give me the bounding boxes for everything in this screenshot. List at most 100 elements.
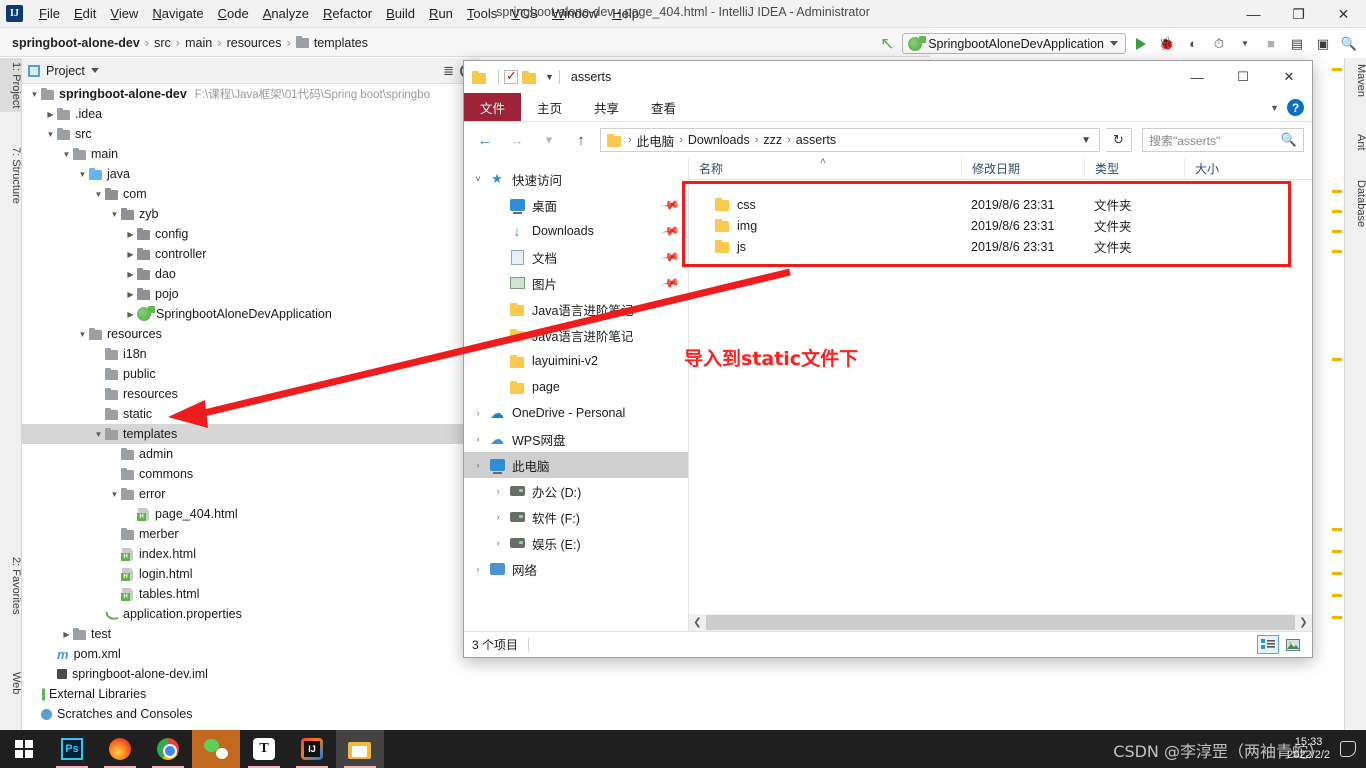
chevron-down-icon[interactable]: ▼ bbox=[28, 90, 41, 99]
editor-error-stripe[interactable] bbox=[1330, 58, 1344, 730]
chevron-down-icon[interactable]: ˅ bbox=[470, 174, 486, 184]
tree-node-index.html[interactable]: ▶ index.html bbox=[22, 544, 480, 564]
tab-view[interactable]: 查看 bbox=[635, 93, 692, 121]
chevron-down-icon[interactable]: ▼ bbox=[44, 130, 57, 139]
chevron-right-icon[interactable]: ▶ bbox=[124, 230, 137, 239]
column-header-1[interactable]: 修改日期 bbox=[961, 158, 1084, 179]
tree-node-ScratchesandConsoles[interactable]: ▶ Scratches and Consoles bbox=[22, 704, 480, 724]
column-header-2[interactable]: 类型 bbox=[1084, 158, 1184, 179]
chevron-right-icon[interactable]: › bbox=[490, 538, 506, 548]
address-crumb-1[interactable]: Downloads bbox=[685, 133, 753, 147]
tree-node-application.properties[interactable]: ▶ application.properties bbox=[22, 604, 480, 624]
notifications-icon[interactable] bbox=[1340, 741, 1356, 757]
nav-item-15[interactable]: › 网络 bbox=[464, 556, 688, 582]
nav-item-12[interactable]: › 办公 (D:) bbox=[464, 478, 688, 504]
breadcrumb-item-springboot-alone-dev[interactable]: springboot-alone-dev bbox=[12, 36, 140, 50]
ribbon-expand-icon[interactable]: ▼ bbox=[1270, 103, 1279, 113]
file-name-cell[interactable]: js bbox=[689, 240, 961, 254]
forward-button[interactable]: → bbox=[504, 127, 530, 153]
search-everywhere-icon[interactable]: 🔍 bbox=[1338, 33, 1360, 55]
pin-icon[interactable]: 📌 bbox=[660, 247, 680, 267]
taskbar-file-explorer[interactable] bbox=[336, 730, 384, 768]
tree-node-config[interactable]: ▶ config bbox=[22, 224, 480, 244]
refresh-button[interactable]: ↻ bbox=[1106, 128, 1132, 152]
idea-maximize-button[interactable]: ❐ bbox=[1276, 0, 1321, 28]
tree-node-merber[interactable]: ▶ merber bbox=[22, 524, 480, 544]
tree-node-springboot-alone-dev[interactable]: ▼ springboot-alone-dev F:\课程\Java框架\01代码\S… bbox=[22, 84, 480, 104]
explorer-maximize-button[interactable]: ☐ bbox=[1220, 61, 1266, 93]
address-crumb-3[interactable]: asserts bbox=[793, 133, 839, 147]
tree-node-templates[interactable]: ▼ templates bbox=[22, 424, 480, 444]
menu-navigate[interactable]: Navigate bbox=[145, 4, 210, 23]
details-view-icon[interactable] bbox=[1257, 635, 1279, 654]
nav-item-0[interactable]: ˅ ★ 快速访问 bbox=[464, 166, 688, 192]
taskbar-typora[interactable]: T bbox=[240, 730, 288, 768]
breadcrumb-item-main[interactable]: main bbox=[185, 36, 212, 50]
tab-home[interactable]: 主页 bbox=[521, 93, 578, 121]
menu-analyze[interactable]: Analyze bbox=[256, 4, 316, 23]
chevron-right-icon[interactable]: ▶ bbox=[124, 290, 137, 299]
taskbar-photoshop[interactable]: Ps bbox=[48, 730, 96, 768]
tree-node-static[interactable]: ▶ static bbox=[22, 404, 480, 424]
chevron-right-icon[interactable]: › bbox=[470, 564, 486, 574]
file-row[interactable]: css 2019/8/6 23:31 文件夹 bbox=[689, 194, 1312, 215]
nav-item-7[interactable]: layuimini-v2 bbox=[464, 348, 688, 374]
taskbar-chrome[interactable] bbox=[144, 730, 192, 768]
taskbar-wechat[interactable] bbox=[192, 730, 240, 768]
chevron-down-icon[interactable]: ▼ bbox=[76, 170, 89, 179]
tree-node-main[interactable]: ▼ main bbox=[22, 144, 480, 164]
breadcrumb-item-src[interactable]: src bbox=[154, 36, 171, 50]
tree-node-pom.xml[interactable]: ▶m pom.xml bbox=[22, 644, 480, 664]
nav-item-13[interactable]: › 软件 (F:) bbox=[464, 504, 688, 530]
start-button[interactable] bbox=[0, 730, 48, 768]
menu-tools[interactable]: Tools bbox=[460, 4, 504, 23]
collapse-all-icon[interactable]: ≣ bbox=[443, 63, 454, 79]
tree-node-dao[interactable]: ▶ dao bbox=[22, 264, 480, 284]
terminal-icon[interactable]: ▣ bbox=[1312, 33, 1334, 55]
stop-icon[interactable]: ■ bbox=[1260, 33, 1282, 55]
menu-run[interactable]: Run bbox=[422, 4, 460, 23]
tree-node-error[interactable]: ▼ error bbox=[22, 484, 480, 504]
tree-node-public[interactable]: ▶ public bbox=[22, 364, 480, 384]
nav-item-5[interactable]: Java语言进阶笔记 bbox=[464, 296, 688, 322]
tree-node-page_404.html[interactable]: ▶ page_404.html bbox=[22, 504, 480, 524]
search-input[interactable]: 搜索"asserts" 🔍 bbox=[1142, 128, 1304, 152]
menu-code[interactable]: Code bbox=[211, 4, 256, 23]
sidebar-item-ant[interactable]: Ant bbox=[1345, 130, 1366, 155]
chevron-right-icon[interactable]: › bbox=[470, 434, 486, 444]
run-configuration-selector[interactable]: SpringbootAloneDevApplication bbox=[902, 33, 1126, 54]
tree-node-test[interactable]: ▶ test bbox=[22, 624, 480, 644]
tree-node-login.html[interactable]: ▶ login.html bbox=[22, 564, 480, 584]
file-name-cell[interactable]: css bbox=[689, 198, 961, 212]
tree-node-com[interactable]: ▼ com bbox=[22, 184, 480, 204]
chevron-down-icon[interactable]: ▼ bbox=[108, 210, 121, 219]
tree-node-ExternalLibraries[interactable]: ▶||External Libraries bbox=[22, 684, 480, 704]
chevron-right-icon[interactable]: ▶ bbox=[60, 630, 73, 639]
file-name-cell[interactable]: img bbox=[689, 219, 961, 233]
build-project-icon[interactable]: ▤ bbox=[1286, 33, 1308, 55]
scrollbar-thumb[interactable] bbox=[706, 615, 1295, 630]
file-row[interactable]: img 2019/8/6 23:31 文件夹 bbox=[689, 215, 1312, 236]
tree-node-java[interactable]: ▼ java bbox=[22, 164, 480, 184]
run-icon[interactable] bbox=[1130, 33, 1152, 55]
tab-share[interactable]: 共享 bbox=[578, 93, 635, 121]
tree-node-admin[interactable]: ▶ admin bbox=[22, 444, 480, 464]
taskbar-intellij-idea[interactable] bbox=[288, 730, 336, 768]
address-crumb-2[interactable]: zzz bbox=[760, 133, 785, 147]
idea-minimize-button[interactable]: — bbox=[1231, 0, 1276, 28]
explorer-minimize-button[interactable]: — bbox=[1174, 61, 1220, 93]
chevron-right-icon[interactable]: ▶ bbox=[44, 110, 57, 119]
sidebar-item-database[interactable]: Database bbox=[1345, 176, 1366, 231]
chevron-right-icon[interactable]: ▶ bbox=[124, 250, 137, 259]
sidebar-item-maven[interactable]: Maven bbox=[1345, 60, 1366, 101]
tree-node-resources[interactable]: ▶ resources bbox=[22, 384, 480, 404]
column-header-0[interactable]: ˄ 名称 bbox=[689, 158, 961, 179]
menu-file[interactable]: File bbox=[32, 4, 67, 23]
menu-edit[interactable]: Edit bbox=[67, 4, 103, 23]
address-input[interactable]: › 此电脑 › Downloads › zzz › asserts ▼ bbox=[600, 128, 1100, 152]
breadcrumb-item-templates[interactable]: templates bbox=[295, 36, 368, 50]
debug-icon[interactable]: 🐞 bbox=[1156, 33, 1178, 55]
explorer-file-list[interactable]: ˄ 名称 修改日期 类型 大小 css 2019/8/6 23:31 文件夹 img 2019/… bbox=[689, 158, 1312, 631]
nav-item-8[interactable]: page bbox=[464, 374, 688, 400]
address-crumb-0[interactable]: 此电脑 bbox=[634, 131, 678, 150]
